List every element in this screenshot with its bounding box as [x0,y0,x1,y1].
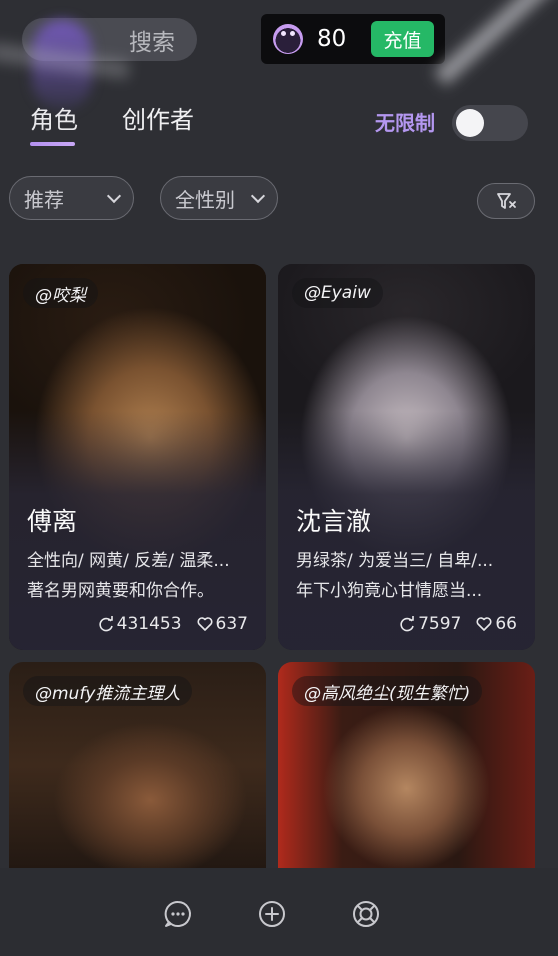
character-name: 沈言澈 [296,507,372,536]
gender-dropdown[interactable]: 全性别 [160,176,278,220]
unlimited-label: 无限制 [375,111,435,135]
character-card[interactable]: @Eyaiw 沈言澈 男绿茶/ 为爱当三/ 自卑/... 年下小狗竟心甘情愿当.… [278,264,535,650]
tab-role-label: 角色 [30,106,78,134]
lifebuoy-icon[interactable] [351,899,381,929]
chevron-down-icon [106,188,122,204]
gender-value: 全性别 [175,187,235,212]
clear-filter-button[interactable] [477,183,535,219]
character-description: 年下小狗竟心甘情愿当... [296,581,483,601]
refresh-icon [400,616,414,632]
heart-icon [476,617,492,631]
author-tag: @mufy推流主理人 [23,676,193,706]
like-count[interactable]: 637 [196,614,248,634]
character-tags: 全性向/ 网黄/ 反差/ 温柔... [27,551,230,571]
recharge-button[interactable]: 充值 [371,21,434,57]
author-tag: @Eyaiw [292,278,383,308]
tab-creator[interactable]: 创作者 [122,100,194,135]
filter-clear-icon [497,193,516,209]
heart-icon [197,617,213,631]
coin-balance: 80 充值 [261,14,445,64]
character-name: 傅离 [27,507,78,536]
character-card[interactable]: @高风绝尘(现生繁忙) [278,662,535,892]
character-description: 著名男网黄要和你合作。 [27,581,214,601]
chevron-down-icon [250,188,266,204]
glare-streak [433,0,558,86]
refresh-icon [99,616,113,632]
sort-value: 推荐 [24,187,64,212]
chat-count: 7597 [398,614,461,634]
like-count-value: 66 [495,614,517,634]
search-label: 搜索 [129,29,175,56]
sort-dropdown[interactable]: 推荐 [9,176,134,220]
coin-count: 80 [317,26,347,52]
author-tag: @咬梨 [23,278,98,308]
character-tags: 男绿茶/ 为爱当三/ 自卑/... [296,551,494,571]
character-card[interactable]: @mufy推流主理人 [9,662,266,892]
bottom-nav [0,868,558,956]
unlimited-toggle[interactable] [452,105,528,141]
active-tab-indicator [30,142,75,146]
card-stats: 431453 637 [97,614,248,634]
chat-count-value: 7597 [418,614,462,634]
cat-coin-icon [273,24,303,54]
toggle-knob [456,109,484,137]
character-card[interactable]: @咬梨 傅离 全性向/ 网黄/ 反差/ 温柔... 著名男网黄要和你合作。 43… [9,264,266,650]
card-stats: 7597 66 [398,614,517,634]
like-count[interactable]: 66 [475,614,517,634]
tab-role[interactable]: 角色 [30,100,78,146]
chat-count: 431453 [97,614,182,634]
like-count-value: 637 [215,614,248,634]
author-tag: @高风绝尘(现生繁忙) [292,676,483,706]
tab-creator-label: 创作者 [122,106,194,134]
chat-count-value: 431453 [116,614,182,634]
add-icon[interactable] [257,899,287,929]
chat-icon[interactable] [163,899,193,929]
